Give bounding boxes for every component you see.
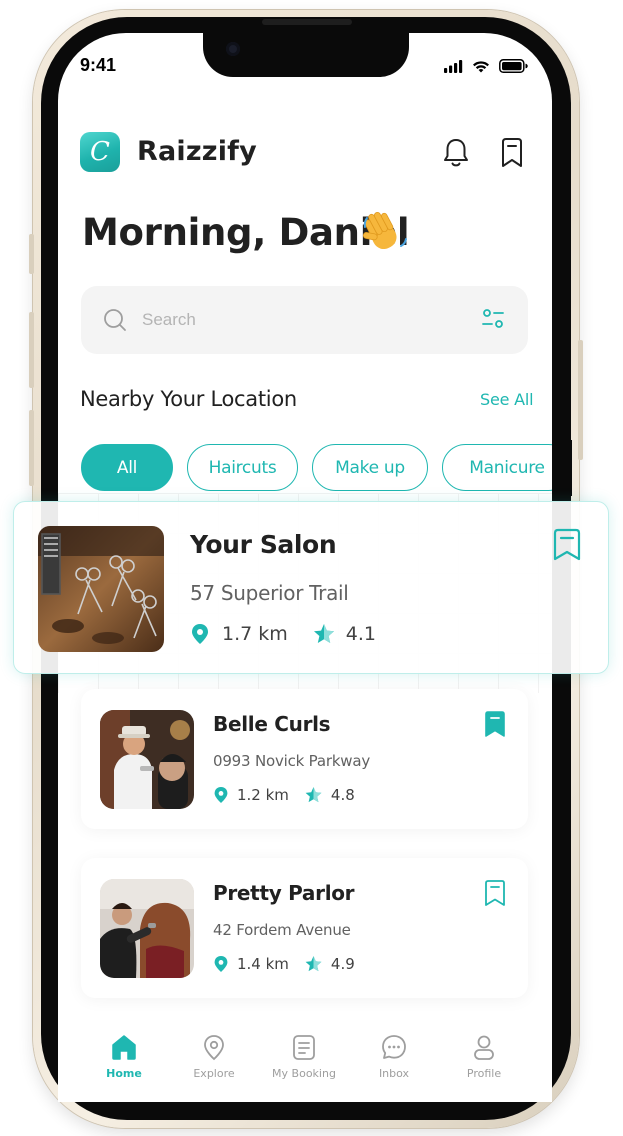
filter-icon[interactable] — [482, 308, 504, 330]
star-icon — [313, 624, 334, 643]
nav-home[interactable]: Home — [79, 1033, 169, 1080]
location-pin-icon — [214, 956, 228, 972]
featured-salon-card[interactable]: Your Salon 57 Superior Trail 1.7 km 4.1 — [13, 501, 609, 674]
app-name: Raizzify — [137, 136, 257, 167]
bookmark-filled-icon[interactable] — [484, 711, 506, 738]
bookmark-icon[interactable] — [552, 528, 582, 562]
search-input[interactable]: Search — [142, 310, 196, 330]
app-mockup: 9:41 C Raizzify Morning, Daniel Search N… — [0, 0, 623, 1136]
front-camera — [226, 42, 240, 56]
logo-letter: C — [90, 137, 110, 167]
signal-icon — [444, 60, 463, 73]
search-icon — [104, 309, 126, 331]
bookmark-icon — [502, 138, 522, 167]
nav-label: Inbox — [378, 1067, 410, 1080]
speaker — [262, 19, 352, 25]
nav-inbox[interactable]: Inbox — [349, 1033, 439, 1080]
section-title: Nearby Your Location — [80, 387, 297, 411]
chip-haircuts[interactable]: Haircuts — [187, 444, 298, 491]
notifications-button[interactable] — [440, 135, 472, 171]
featured-salon-rating: 4.1 — [345, 623, 376, 645]
salon-address: 42 Fordem Avenue — [213, 921, 351, 939]
hair-styling-image — [100, 879, 194, 978]
home-icon — [112, 1035, 136, 1060]
chip-overflow-mask — [552, 440, 572, 496]
bell-icon — [444, 139, 468, 167]
nav-label: My Booking — [272, 1067, 336, 1080]
volume-up-button — [29, 312, 34, 388]
battery-icon — [499, 59, 528, 74]
location-pin-icon — [192, 624, 208, 644]
waving-hand-icon — [362, 212, 407, 250]
salon-meta: 1.4 km 4.9 — [213, 955, 355, 973]
scissors-image — [38, 526, 164, 652]
mute-switch — [29, 234, 34, 274]
salon-name: Pretty Parlor — [213, 881, 355, 905]
featured-salon-name: Your Salon — [190, 530, 337, 559]
salon-card[interactable]: Pretty Parlor 42 Fordem Avenue 1.4 km 4.… — [81, 858, 528, 998]
nav-label: Profile — [466, 1067, 502, 1080]
chip-make-up[interactable]: Make up — [312, 444, 428, 491]
nav-label: Home — [106, 1067, 142, 1080]
wifi-icon — [473, 61, 489, 73]
location-pin-icon — [214, 787, 228, 803]
barber-image — [100, 710, 194, 809]
salon-card[interactable]: Belle Curls 0993 Novick Parkway 1.2 km 4… — [81, 689, 528, 829]
salon-distance: 1.4 km — [237, 955, 289, 973]
star-icon — [305, 787, 322, 803]
see-all-link[interactable]: See All — [480, 390, 534, 409]
chip-all[interactable]: All — [81, 444, 173, 491]
document-icon — [293, 1035, 315, 1060]
bookmark-icon[interactable] — [484, 880, 506, 907]
salon-meta: 1.2 km 4.8 — [213, 786, 355, 804]
search-bar[interactable]: Search — [81, 286, 528, 354]
map-pin-icon — [204, 1035, 224, 1061]
salon-image — [100, 879, 194, 978]
power-button — [578, 340, 583, 460]
nav-label: Explore — [193, 1067, 235, 1080]
status-time: 9:41 — [80, 55, 117, 75]
salon-name: Belle Curls — [213, 712, 331, 736]
volume-down-button — [29, 410, 34, 486]
user-icon — [474, 1035, 494, 1060]
status-icons — [444, 59, 528, 74]
nav-explore[interactable]: Explore — [169, 1033, 259, 1080]
featured-salon-distance: 1.7 km — [222, 623, 288, 645]
featured-salon-image — [38, 526, 164, 652]
salon-image — [100, 710, 194, 809]
salon-rating: 4.8 — [330, 786, 355, 804]
nav-profile[interactable]: Profile — [439, 1033, 529, 1080]
chat-bubble-icon — [382, 1035, 406, 1059]
featured-salon-address: 57 Superior Trail — [190, 581, 349, 605]
star-icon — [305, 956, 322, 972]
nav-my-booking[interactable]: My Booking — [259, 1033, 349, 1080]
salon-distance: 1.2 km — [237, 786, 289, 804]
salon-rating: 4.9 — [330, 955, 355, 973]
featured-salon-meta: 1.7 km 4.1 — [190, 623, 376, 645]
salon-address: 0993 Novick Parkway — [213, 752, 371, 770]
app-logo: C — [80, 132, 120, 172]
saved-button[interactable] — [496, 135, 528, 171]
